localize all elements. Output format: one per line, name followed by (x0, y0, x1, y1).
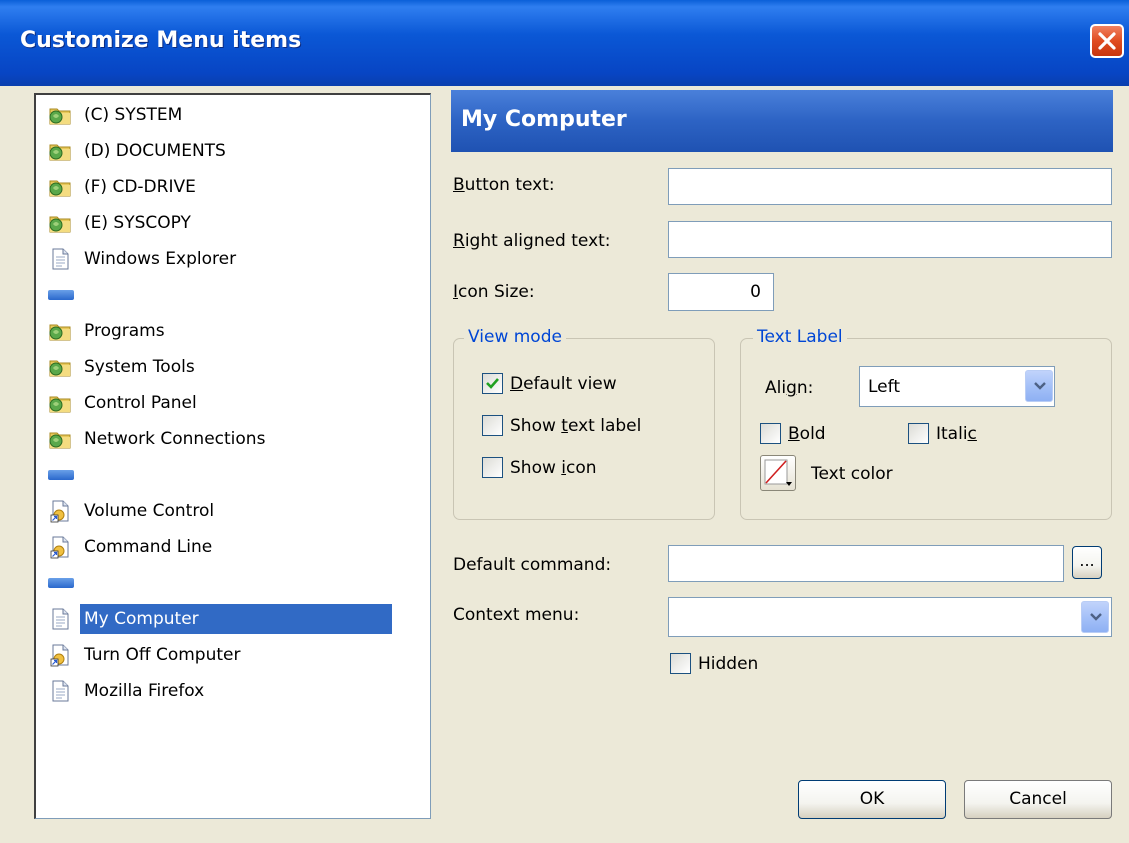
separator-icon (48, 578, 74, 588)
default-command-label: Default command: (453, 555, 612, 575)
menu-items-tree[interactable]: (C) SYSTEM (D) DOCUMENTS (F) CD-DRIVE (E) S… (34, 93, 431, 819)
hidden-checkbox[interactable] (670, 653, 691, 674)
view-mode-title: View mode (464, 327, 566, 347)
chevron-down-icon (1034, 382, 1046, 390)
tree-item[interactable]: Command Line (44, 532, 424, 562)
tree-separator[interactable] (44, 568, 424, 598)
tree-item-label: Network Connections (84, 429, 266, 449)
tree-item[interactable]: Mozilla Firefox (44, 676, 424, 706)
tree-item[interactable]: Volume Control (44, 496, 424, 526)
tree-item[interactable]: Control Panel (44, 388, 424, 418)
color-swatch-icon (764, 459, 792, 486)
cancel-button[interactable]: Cancel (964, 780, 1112, 819)
default-view-checkbox[interactable] (482, 373, 503, 394)
context-menu-select[interactable] (668, 597, 1112, 637)
separator-icon (48, 290, 74, 300)
shortcut-icon (50, 500, 69, 523)
window-title: Customize Menu items (20, 28, 302, 53)
align-select[interactable]: Left (859, 366, 1055, 407)
button-text-label: Button text: (453, 175, 555, 195)
tree-item[interactable]: (E) SYSCOPY (44, 208, 424, 238)
text-color-button[interactable] (760, 455, 796, 491)
tree-item-label: Command Line (84, 537, 213, 557)
tree-item[interactable]: Network Connections (44, 424, 424, 454)
context-menu-label: Context menu: (453, 605, 580, 625)
checkmark-icon (486, 378, 499, 389)
align-label: Align: (765, 378, 814, 398)
tree-item-label: Programs (84, 321, 165, 341)
tree-item[interactable]: (C) SYSTEM (44, 100, 424, 130)
tree-item-label: (C) SYSTEM (84, 105, 183, 125)
bold-label: Bold (788, 424, 826, 444)
tree-item[interactable]: Turn Off Computer (44, 640, 424, 670)
folder-icon (49, 432, 71, 449)
cancel-label: Cancel (1009, 789, 1067, 809)
tree-item-label: (D) DOCUMENTS (84, 141, 226, 161)
right-aligned-text-input[interactable] (668, 221, 1112, 258)
tree-item-label: Turn Off Computer (84, 645, 241, 665)
tree-item-label: Control Panel (84, 393, 197, 413)
tree-item[interactable]: (F) CD-DRIVE (44, 172, 424, 202)
button-text-input[interactable] (668, 168, 1112, 205)
icon-size-label: Icon Size: (453, 282, 535, 302)
default-command-input[interactable] (668, 545, 1064, 582)
folder-icon (49, 144, 71, 161)
chevron-down-icon (1090, 613, 1102, 621)
title-bar: Customize Menu items (0, 0, 1129, 86)
folder-icon (49, 324, 71, 341)
text-label-title: Text Label (753, 327, 847, 347)
tree-item[interactable]: (D) DOCUMENTS (44, 136, 424, 166)
align-dropdown-button[interactable] (1025, 370, 1053, 402)
hidden-label: Hidden (698, 654, 759, 674)
tree-item-label: (E) SYSCOPY (84, 213, 191, 233)
details-header: My Computer (451, 90, 1113, 152)
tree-item[interactable]: My Computer (44, 604, 424, 634)
tree-separator[interactable] (44, 460, 424, 490)
ok-label: OK (859, 789, 885, 809)
show-icon-label: Show icon (510, 458, 597, 478)
close-icon (1098, 32, 1116, 50)
tree-item[interactable]: Windows Explorer (44, 244, 424, 274)
tree-item-label: Mozilla Firefox (84, 681, 205, 701)
shortcut-icon (50, 536, 69, 559)
tree-item-label: System Tools (84, 357, 195, 377)
shortcut-icon (50, 644, 69, 667)
tree-item[interactable]: Programs (44, 316, 424, 346)
tree-item-label: My Computer (80, 604, 392, 634)
tree-item[interactable]: System Tools (44, 352, 424, 382)
default-view-label: Default view (510, 374, 617, 394)
bold-checkbox[interactable] (760, 423, 781, 444)
close-button[interactable] (1090, 24, 1124, 58)
document-icon (52, 680, 69, 702)
show-text-label-checkbox[interactable] (482, 415, 503, 436)
show-text-label-label: Show text label (510, 416, 642, 436)
right-aligned-text-label: Right aligned text: (453, 231, 611, 251)
folder-icon (49, 360, 71, 377)
context-menu-dropdown-button[interactable] (1081, 601, 1109, 633)
italic-checkbox[interactable] (908, 423, 929, 444)
italic-label: Italic (936, 424, 977, 444)
tree-item-label: Windows Explorer (84, 249, 237, 269)
text-color-label: Text color (811, 464, 893, 484)
folder-icon (49, 396, 71, 413)
tree-item-label: Volume Control (84, 501, 215, 521)
show-icon-checkbox[interactable] (482, 457, 503, 478)
tree-separator[interactable] (44, 280, 424, 310)
align-select-value: Left (868, 377, 900, 397)
tree-item-label: (F) CD-DRIVE (84, 177, 196, 197)
details-header-title: My Computer (461, 107, 627, 132)
ok-button[interactable]: OK (798, 780, 946, 819)
document-icon (52, 248, 69, 270)
icon-size-input[interactable]: 0 (668, 273, 774, 311)
folder-icon (49, 108, 71, 125)
document-icon (52, 608, 69, 630)
browse-label: ... (1079, 551, 1095, 570)
folder-icon (49, 216, 71, 233)
icon-size-value: 0 (750, 282, 761, 302)
separator-icon (48, 470, 74, 480)
folder-icon (49, 180, 71, 197)
browse-button[interactable]: ... (1072, 546, 1102, 579)
